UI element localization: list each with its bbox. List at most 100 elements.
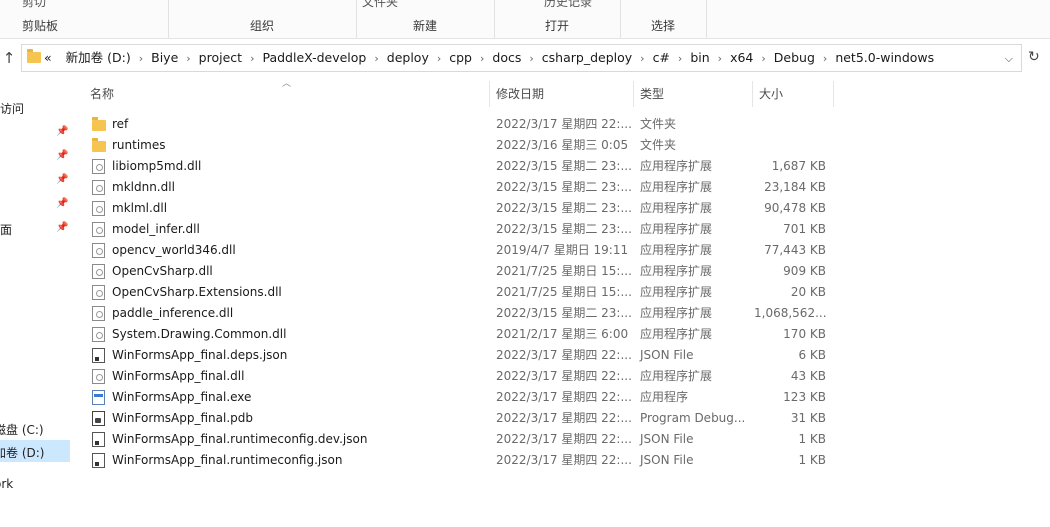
file-type: 应用程序扩展	[640, 285, 713, 299]
file-date: 2021/2/17 星期三 6:00	[496, 327, 629, 341]
file-name: mklml.dll	[112, 201, 168, 215]
file-row[interactable]: WinFormsApp_final.exe 2022/3/17 星期四 22:..…	[84, 387, 834, 408]
refresh-icon[interactable]: ↻	[1028, 49, 1040, 65]
new-folder-button-partial[interactable]: 文件夹	[362, 0, 398, 10]
breadcrumb-item[interactable]: x64	[724, 45, 759, 71]
file-size: 170 KB	[783, 327, 826, 341]
up-arrow-icon[interactable]: ↑	[0, 49, 18, 67]
column-header-type[interactable]: 类型	[634, 81, 753, 107]
file-row[interactable]: OpenCvSharp.dll 2021/7/25 星期日 15:... 应用程序扩…	[84, 261, 834, 282]
file-row[interactable]: runtimes 2022/3/16 星期三 0:05 文件夹	[84, 135, 834, 156]
breadcrumb-item[interactable]: csharp_deploy	[536, 45, 638, 71]
file-row[interactable]: WinFormsApp_final.runtimeconfig.dev.json…	[84, 429, 834, 450]
file-row[interactable]: ref 2022/3/17 星期四 22:... 文件夹	[84, 114, 834, 135]
file-name: System.Drawing.Common.dll	[112, 327, 287, 341]
column-header-size[interactable]: 大小	[753, 81, 834, 107]
breadcrumb-separator-icon[interactable]: ›	[184, 46, 192, 72]
breadcrumb-separator-icon[interactable]: ›	[716, 46, 724, 72]
file-name: WinFormsApp_final.pdb	[112, 411, 253, 425]
ribbon-group-label: 新建	[412, 19, 437, 33]
file-icon	[92, 159, 105, 174]
nav-item-network[interactable]: ork	[0, 477, 13, 491]
breadcrumb-separator-icon[interactable]: ›	[821, 46, 829, 72]
file-date: 2022/3/15 星期二 23:...	[496, 159, 632, 173]
file-date: 2022/3/17 星期四 22:...	[496, 411, 632, 425]
file-row[interactable]: model_infer.dll 2022/3/15 星期二 23:... 应用程序扩…	[84, 219, 834, 240]
file-type: 应用程序扩展	[640, 159, 713, 173]
breadcrumb-separator-icon[interactable]: ›	[435, 46, 443, 72]
ribbon-group-clipboard: 剪切 剪贴板	[0, 0, 169, 38]
column-header-name[interactable]: 名称	[84, 81, 490, 107]
breadcrumb-item[interactable]: cpp	[443, 45, 478, 71]
file-date: 2022/3/15 星期二 23:...	[496, 180, 632, 194]
breadcrumb-item[interactable]: net5.0-windows	[829, 45, 940, 71]
file-type: 应用程序扩展	[640, 306, 713, 320]
nav-item-desktop[interactable]: 面	[0, 221, 12, 238]
file-row[interactable]: opencv_world346.dll 2019/4/7 星期日 19:11 应用程…	[84, 240, 834, 261]
file-date: 2021/7/25 星期日 15:...	[496, 264, 632, 278]
file-type: JSON File	[640, 348, 694, 362]
breadcrumb-separator-icon[interactable]: ›	[527, 46, 535, 72]
exe-icon	[92, 390, 105, 405]
column-headers: 名称 修改日期 类型 大小	[84, 81, 834, 107]
file-row[interactable]: OpenCvSharp.Extensions.dll 2021/7/25 星期日 …	[84, 282, 834, 303]
ribbon: 剪切 剪贴板 组织 文件夹 新建 历史记录 打开 选择	[0, 0, 1050, 39]
breadcrumb-item[interactable]: docs	[486, 45, 527, 71]
file-type: 应用程序扩展	[640, 201, 713, 215]
breadcrumb-separator-icon[interactable]: ›	[478, 46, 486, 72]
breadcrumb-separator-icon[interactable]: ›	[137, 46, 145, 72]
file-row[interactable]: WinFormsApp_final.pdb 2022/3/17 星期四 22:..…	[84, 408, 834, 429]
file-date: 2022/3/17 星期四 22:...	[496, 390, 632, 404]
address-bar[interactable]: « 新加卷 (D:) › Biye › project › PaddleX-develop ›…	[21, 44, 1022, 72]
breadcrumb-separator-icon[interactable]: ›	[372, 46, 380, 72]
file-row[interactable]: System.Drawing.Common.dll 2021/2/17 星期三 6…	[84, 324, 834, 345]
breadcrumb-item[interactable]: Debug	[768, 45, 821, 71]
cut-button-partial[interactable]: 剪切	[22, 0, 46, 10]
file-date: 2022/3/17 星期四 22:...	[496, 453, 632, 467]
breadcrumb-item[interactable]: Biye	[145, 45, 184, 71]
breadcrumb-separator-icon[interactable]: ›	[248, 46, 256, 72]
file-name: libiomp5md.dll	[112, 159, 202, 173]
file-name: OpenCvSharp.Extensions.dll	[112, 285, 282, 299]
breadcrumb-separator-icon[interactable]: ›	[676, 46, 684, 72]
file-name: WinFormsApp_final.runtimeconfig.dev.json	[112, 432, 368, 446]
file-size: 909 KB	[783, 264, 826, 278]
nav-item-quick-access[interactable]: 访问	[0, 100, 24, 117]
file-row[interactable]: WinFormsApp_final.deps.json 2022/3/17 星期四…	[84, 345, 834, 366]
ribbon-group-label: 组织	[249, 19, 274, 33]
file-row[interactable]: paddle_inference.dll 2022/3/15 星期二 23:...…	[84, 303, 834, 324]
file-row[interactable]: mklml.dll 2022/3/15 星期二 23:... 应用程序扩展 90,47…	[84, 198, 834, 219]
ribbon-group-new: 文件夹 新建	[356, 0, 495, 38]
file-type: 应用程序扩展	[640, 243, 713, 257]
file-name: runtimes	[112, 138, 166, 152]
pdb-icon	[92, 411, 105, 426]
history-button-partial[interactable]: 历史记录	[544, 0, 592, 10]
file-row[interactable]: WinFormsApp_final.dll 2022/3/17 星期四 22:..…	[84, 366, 834, 387]
chevron-down-icon[interactable]: ⌵	[1005, 52, 1013, 66]
breadcrumb-overflow[interactable]: «	[44, 45, 56, 71]
breadcrumb-separator-icon[interactable]: ›	[759, 46, 767, 72]
file-row[interactable]: WinFormsApp_final.runtimeconfig.json 2022…	[84, 450, 834, 471]
column-header-date[interactable]: 修改日期	[490, 81, 634, 107]
breadcrumb-item[interactable]: deploy	[381, 45, 435, 71]
breadcrumb-separator-icon[interactable]: ›	[638, 46, 646, 72]
nav-item-drive-c[interactable]: 磁盘 (C:)	[0, 421, 44, 438]
file-date: 2021/7/25 星期日 15:...	[496, 285, 632, 299]
file-type: 应用程序扩展	[640, 327, 713, 341]
file-type: JSON File	[640, 432, 694, 446]
ribbon-group-open: 历史记录 打开	[494, 0, 621, 38]
nav-item-drive-d[interactable]: 新加卷 (D:)	[0, 444, 44, 461]
ribbon-group-label: 打开	[544, 19, 569, 33]
file-row[interactable]: mkldnn.dll 2022/3/15 星期二 23:... 应用程序扩展 23,1…	[84, 177, 834, 198]
ribbon-group-label: 选择	[650, 19, 675, 33]
file-date: 2022/3/17 星期四 22:...	[496, 432, 632, 446]
breadcrumb-item[interactable]: PaddleX-develop	[256, 45, 372, 71]
breadcrumb-item[interactable]: 新加卷 (D:)	[60, 45, 137, 71]
ribbon-group-organize: 组织	[168, 0, 357, 38]
file-row[interactable]: libiomp5md.dll 2022/3/15 星期二 23:... 应用程序扩展…	[84, 156, 834, 177]
breadcrumb-item[interactable]: bin	[684, 45, 715, 71]
pin-icon: 📌	[56, 126, 69, 137]
file-icon	[92, 369, 105, 384]
breadcrumb-item[interactable]: project	[193, 45, 248, 71]
breadcrumb-item[interactable]: c#	[647, 45, 676, 71]
